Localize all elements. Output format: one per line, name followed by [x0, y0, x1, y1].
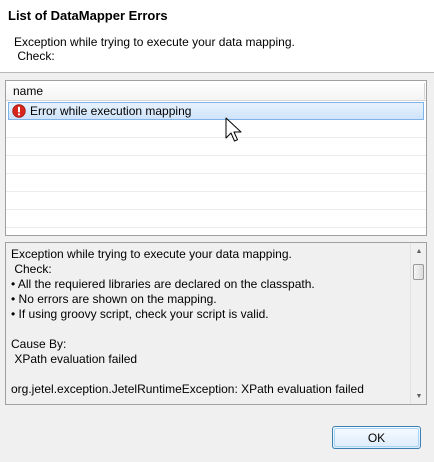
column-header-name[interactable]: name — [13, 84, 43, 98]
details-vertical-scrollbar[interactable]: ▲ ▼ — [410, 243, 426, 404]
table-row-empty — [6, 174, 426, 192]
scrollbar-thumb[interactable] — [413, 264, 424, 280]
table-row-empty — [6, 156, 426, 174]
table-header: name — [6, 81, 426, 101]
error-icon — [12, 104, 26, 118]
table-row-empty — [6, 120, 426, 138]
errors-table[interactable]: name Error while execution mapping — [5, 80, 427, 236]
row-label: Error while execution mapping — [30, 104, 192, 118]
error-details-text: Exception while trying to execute your d… — [11, 247, 364, 396]
scroll-down-arrow-icon[interactable]: ▼ — [411, 388, 426, 404]
ok-button[interactable]: OK — [332, 426, 421, 449]
table-row-empty — [6, 210, 426, 228]
table-body: Error while execution mapping — [6, 102, 426, 228]
dialog-message: Exception while trying to execute your d… — [14, 35, 295, 63]
table-row[interactable]: Error while execution mapping — [8, 102, 424, 120]
column-divider — [424, 83, 425, 99]
dialog-header: List of DataMapper Errors Exception whil… — [0, 0, 434, 73]
table-row-empty — [6, 192, 426, 210]
dialog-title: List of DataMapper Errors — [8, 8, 168, 23]
error-details-text-area[interactable]: Exception while trying to execute your d… — [5, 242, 427, 405]
scroll-up-arrow-icon[interactable]: ▲ — [411, 243, 426, 259]
table-row-empty — [6, 138, 426, 156]
